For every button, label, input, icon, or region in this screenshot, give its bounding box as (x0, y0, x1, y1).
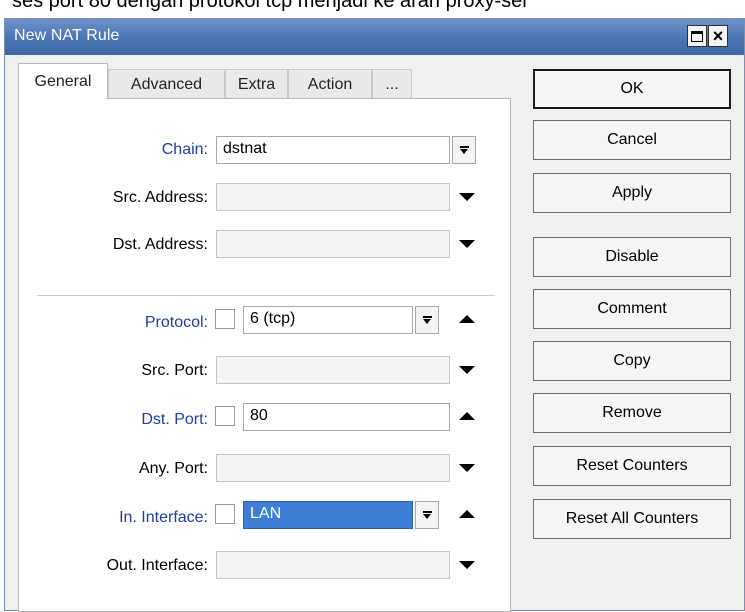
ok-button-label: OK (620, 80, 644, 97)
dst-port-input[interactable]: 80 (243, 403, 450, 431)
src-address-label: Src. Address: (112, 189, 208, 206)
in-interface-input[interactable]: LAN (243, 501, 413, 529)
src-port-label: Src. Port: (141, 362, 208, 379)
out-interface-input[interactable] (216, 551, 450, 579)
reset-counters-button[interactable]: Reset Counters (533, 446, 731, 486)
protocol-input[interactable]: 6 (tcp) (243, 306, 413, 334)
any-port-label: Any. Port: (138, 460, 208, 477)
chain-input[interactable]: dstnat (216, 136, 450, 164)
reset-all-counters-button[interactable]: Reset All Counters (533, 499, 731, 539)
maximize-button[interactable] (687, 25, 707, 47)
apply-button-label: Apply (611, 184, 653, 201)
dropdown-icon (422, 511, 432, 519)
src-address-expand-icon[interactable] (459, 193, 475, 201)
tab-general[interactable]: General (18, 63, 108, 99)
chain-dropdown-button[interactable] (452, 136, 476, 164)
tab-action-label: Action (307, 75, 353, 93)
disable-button-label: Disable (605, 248, 659, 265)
chain-label: Chain: (161, 141, 208, 158)
remove-button[interactable]: Remove (533, 393, 731, 433)
src-port-input[interactable] (216, 356, 450, 384)
copy-button[interactable]: Copy (533, 341, 731, 381)
maximize-icon (691, 30, 703, 42)
tab-advanced[interactable]: Advanced (108, 69, 225, 99)
dst-port-label: Dst. Port: (141, 411, 208, 428)
tab-general-label: General (34, 72, 92, 90)
close-button[interactable]: × (708, 25, 728, 47)
dst-address-input[interactable] (216, 230, 450, 258)
remove-button-label: Remove (602, 404, 662, 421)
any-port-input[interactable] (216, 454, 450, 482)
in-interface-dropdown-button[interactable] (415, 501, 439, 529)
title-bar[interactable]: New NAT Rule × (5, 19, 744, 55)
disable-button[interactable]: Disable (533, 237, 731, 277)
comment-button-label: Comment (597, 300, 667, 317)
protocol-negate-checkbox[interactable] (215, 309, 235, 329)
general-tab-panel (18, 98, 511, 612)
out-interface-label: Out. Interface: (106, 557, 208, 574)
ok-button[interactable]: OK (533, 69, 731, 109)
tab-more[interactable]: ... (372, 69, 412, 99)
dst-address-expand-icon[interactable] (459, 240, 475, 248)
src-address-input[interactable] (216, 183, 450, 211)
section-divider (37, 295, 495, 296)
page-caption: ses port 80 dengan protokol tcp menjadi … (12, 0, 529, 12)
dropdown-icon (422, 316, 432, 324)
dst-port-collapse-icon[interactable] (459, 412, 475, 420)
window-title: New NAT Rule (14, 27, 120, 44)
dst-address-label: Dst. Address: (112, 236, 208, 253)
protocol-collapse-icon[interactable] (459, 315, 475, 323)
any-port-expand-icon[interactable] (459, 464, 475, 472)
reset-counters-button-label: Reset Counters (576, 457, 688, 474)
dst-port-negate-checkbox[interactable] (215, 406, 235, 426)
close-icon: × (712, 26, 724, 46)
protocol-label: Protocol: (144, 314, 208, 331)
in-interface-collapse-icon[interactable] (459, 510, 475, 518)
protocol-dropdown-button[interactable] (415, 306, 439, 334)
comment-button[interactable]: Comment (533, 289, 731, 329)
in-interface-label: In. Interface: (119, 509, 208, 526)
tab-more-label: ... (385, 75, 399, 93)
cancel-button-label: Cancel (607, 131, 657, 148)
in-interface-negate-checkbox[interactable] (215, 504, 235, 524)
dropdown-icon (459, 146, 469, 154)
tab-action[interactable]: Action (288, 69, 372, 99)
apply-button[interactable]: Apply (533, 173, 731, 213)
out-interface-expand-icon[interactable] (459, 561, 475, 569)
tab-extra[interactable]: Extra (225, 69, 288, 99)
tab-extra-label: Extra (237, 75, 276, 93)
src-port-expand-icon[interactable] (459, 366, 475, 374)
copy-button-label: Copy (613, 352, 651, 369)
cancel-button[interactable]: Cancel (533, 120, 731, 160)
tab-advanced-label: Advanced (130, 75, 203, 93)
nat-rule-window: New NAT Rule × General Advanced Extra Ac… (4, 18, 745, 612)
reset-all-counters-button-label: Reset All Counters (565, 510, 699, 527)
